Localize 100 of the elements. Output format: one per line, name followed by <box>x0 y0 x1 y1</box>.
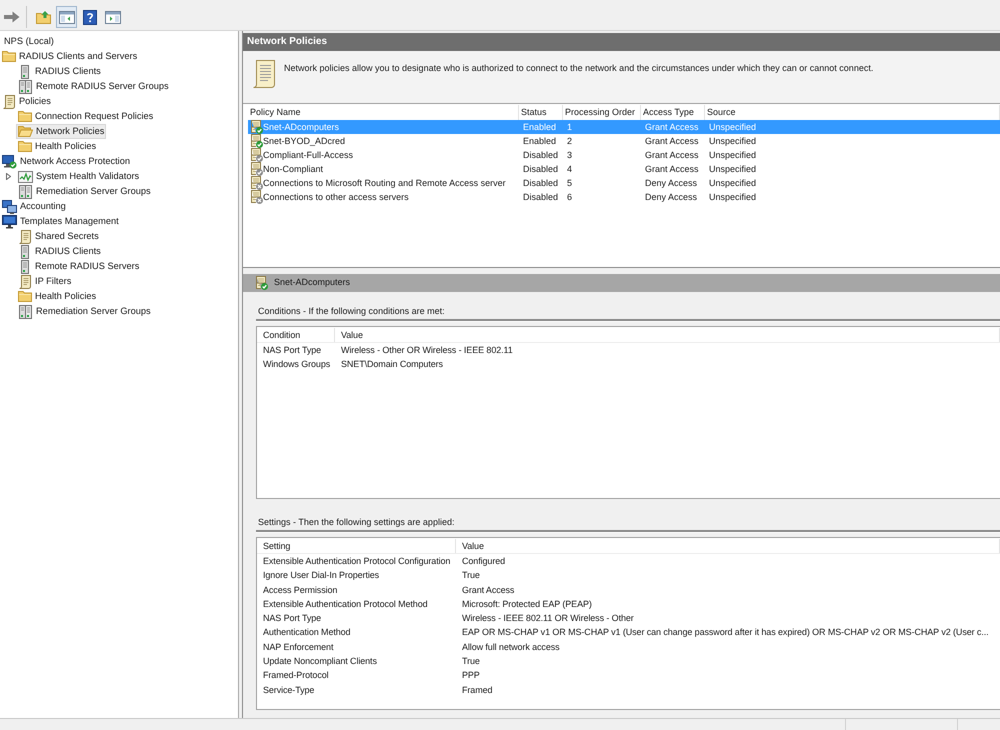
table-cell: SNET\Domain Computers <box>341 359 443 370</box>
table-cell-text: Connections to Microsoft Routing and Remote Access server <box>263 177 506 190</box>
tree-item[interactable]: NPS (Local) <box>2 34 56 49</box>
table-cell: 1 <box>567 122 572 132</box>
tree-item[interactable]: IP Filters <box>16 274 74 289</box>
column-header[interactable]: Value <box>456 539 1000 553</box>
table-cell: Disabled <box>523 164 558 174</box>
pane-header: Network Policies <box>243 33 1000 51</box>
table-cell: 2 <box>567 136 572 146</box>
table-cell: Framed <box>462 684 492 695</box>
table-cell: Microsoft: Protected EAP (PEAP) <box>462 598 592 609</box>
folder-icon <box>18 111 32 122</box>
monitor-icon <box>2 214 17 228</box>
table-cell: True <box>462 570 480 580</box>
table-cell: Grant Access <box>645 122 699 132</box>
expand-arrow-icon[interactable] <box>6 173 11 180</box>
tree-item[interactable]: Remote RADIUS Server Groups <box>16 79 171 94</box>
server-icon <box>21 64 29 78</box>
table-cell: 4 <box>567 164 572 174</box>
table-cell: PPP <box>462 670 480 680</box>
policy-title: Snet-ADcomputers <box>274 276 350 290</box>
server-group-icon <box>19 80 32 94</box>
table-cell: Enabled <box>523 136 556 146</box>
tree-item[interactable]: Accounting <box>0 199 68 214</box>
table-cell: Authentication Method <box>263 627 350 638</box>
tree-item[interactable]: Connection Request Policies <box>16 109 156 124</box>
column-header[interactable]: Condition <box>257 328 335 342</box>
table-cell: Windows Groups <box>263 359 330 370</box>
table-cell: 6 <box>567 192 572 202</box>
tree-item[interactable]: Shared Secrets <box>16 229 101 244</box>
tree-item[interactable]: Health Policies <box>16 289 98 304</box>
computers-icon <box>2 200 17 214</box>
table-cell: Framed-Protocol <box>263 670 329 680</box>
table-cell-text: Snet-BYOD_ADcred <box>263 135 346 148</box>
table-cell: Unspecified <box>709 150 756 160</box>
table-cell: NAP Enforcement <box>263 642 334 652</box>
table-cell: 3 <box>567 150 572 160</box>
table-cell: Grant Access <box>462 584 514 595</box>
window-pane-icon <box>104 10 120 24</box>
table-cell: Unspecified <box>709 136 756 146</box>
table-cell: Configured <box>462 556 506 566</box>
table-cell: Update Noncompliant Clients <box>263 656 377 666</box>
tree-item[interactable]: Network Access Protection <box>0 154 132 169</box>
table-cell: Unspecified <box>709 122 756 132</box>
folder-icon <box>2 51 16 62</box>
table-cell-text: Snet-ADcomputers <box>263 121 340 134</box>
table-cell: Deny Access <box>645 192 698 202</box>
scroll-icon <box>19 230 31 244</box>
table-cell: 5 <box>567 178 572 188</box>
tree-item[interactable]: RADIUS Clients <box>16 244 103 259</box>
table-cell: Wireless - Other OR Wireless - IEEE 802.11 <box>341 345 513 355</box>
table-cell: Service-Type <box>263 684 314 695</box>
section-heading: Conditions - If the following conditions are met: <box>257 305 446 317</box>
tree-item[interactable]: RADIUS Clients and Servers <box>0 49 140 64</box>
table-cell: Disabled <box>523 192 558 202</box>
table-cell: Extensible Authentication Protocol Method <box>263 598 428 609</box>
tree-item[interactable]: Remediation Server Groups <box>16 304 153 319</box>
scroll-icon <box>19 274 31 288</box>
tree-item[interactable]: Templates Management <box>0 214 121 229</box>
open-folder-icon <box>18 126 33 137</box>
description-text: Network policies allow you to designate who is authorized to connect to the network and the circumstances under which they can or cannot connect. <box>284 62 874 74</box>
table-cell: Unspecified <box>709 164 756 174</box>
chart-icon <box>18 170 33 182</box>
tree-item[interactable]: Network Policies <box>16 124 106 139</box>
server-group-icon <box>19 184 32 198</box>
table-cell: NAS Port Type <box>263 613 322 624</box>
table-cell: Allow full network access <box>462 642 560 652</box>
window-pane-icon <box>58 10 74 24</box>
folder-arrow-icon <box>36 10 51 24</box>
table-cell-text: Compliant-Full-Access <box>263 149 354 162</box>
table-cell: EAP OR MS-CHAP v1 OR MS-CHAP v1 (User can change password after it has expired) OR MS-CHAP v2 OR MS-CHAP v2 (User c... <box>462 627 989 638</box>
scroll-icon <box>3 94 15 108</box>
table-cell: Deny Access <box>645 178 698 188</box>
server-group-icon <box>19 304 32 318</box>
table-cell-text: Non-Compliant <box>263 163 324 176</box>
table-cell: Grant Access <box>645 164 699 174</box>
column-header[interactable]: Value <box>335 328 1000 342</box>
table-cell: NAS Port Type <box>263 345 322 355</box>
table-cell: Wireless - IEEE 802.11 OR Wireless - Other <box>462 613 634 624</box>
help-icon <box>82 10 96 24</box>
column-header[interactable]: Setting <box>257 539 456 553</box>
table-cell: Unspecified <box>709 192 756 202</box>
folder-icon <box>18 141 32 152</box>
tree-item[interactable]: Policies <box>0 94 53 109</box>
show-tree-button[interactable] <box>56 6 77 28</box>
tree-item[interactable]: Remote RADIUS Servers <box>16 259 142 274</box>
tree-item[interactable]: Health Policies <box>16 139 98 154</box>
scroll-icon <box>252 59 276 89</box>
table-cell: Grant Access <box>645 150 699 160</box>
section-heading: Settings - Then the following settings are applied: <box>257 516 456 528</box>
table-cell: Disabled <box>523 150 558 160</box>
folder-icon <box>18 291 32 302</box>
table-cell: Access Permission <box>263 584 338 595</box>
table-cell: Enabled <box>523 122 556 132</box>
tree-item[interactable]: Remediation Server Groups <box>16 184 153 199</box>
tree-item[interactable]: System Health Validators <box>16 169 142 184</box>
tree-item[interactable]: RADIUS Clients <box>16 64 103 79</box>
table-cell: Unspecified <box>709 178 756 188</box>
table-cell: True <box>462 656 480 666</box>
table-cell: Disabled <box>523 178 558 188</box>
